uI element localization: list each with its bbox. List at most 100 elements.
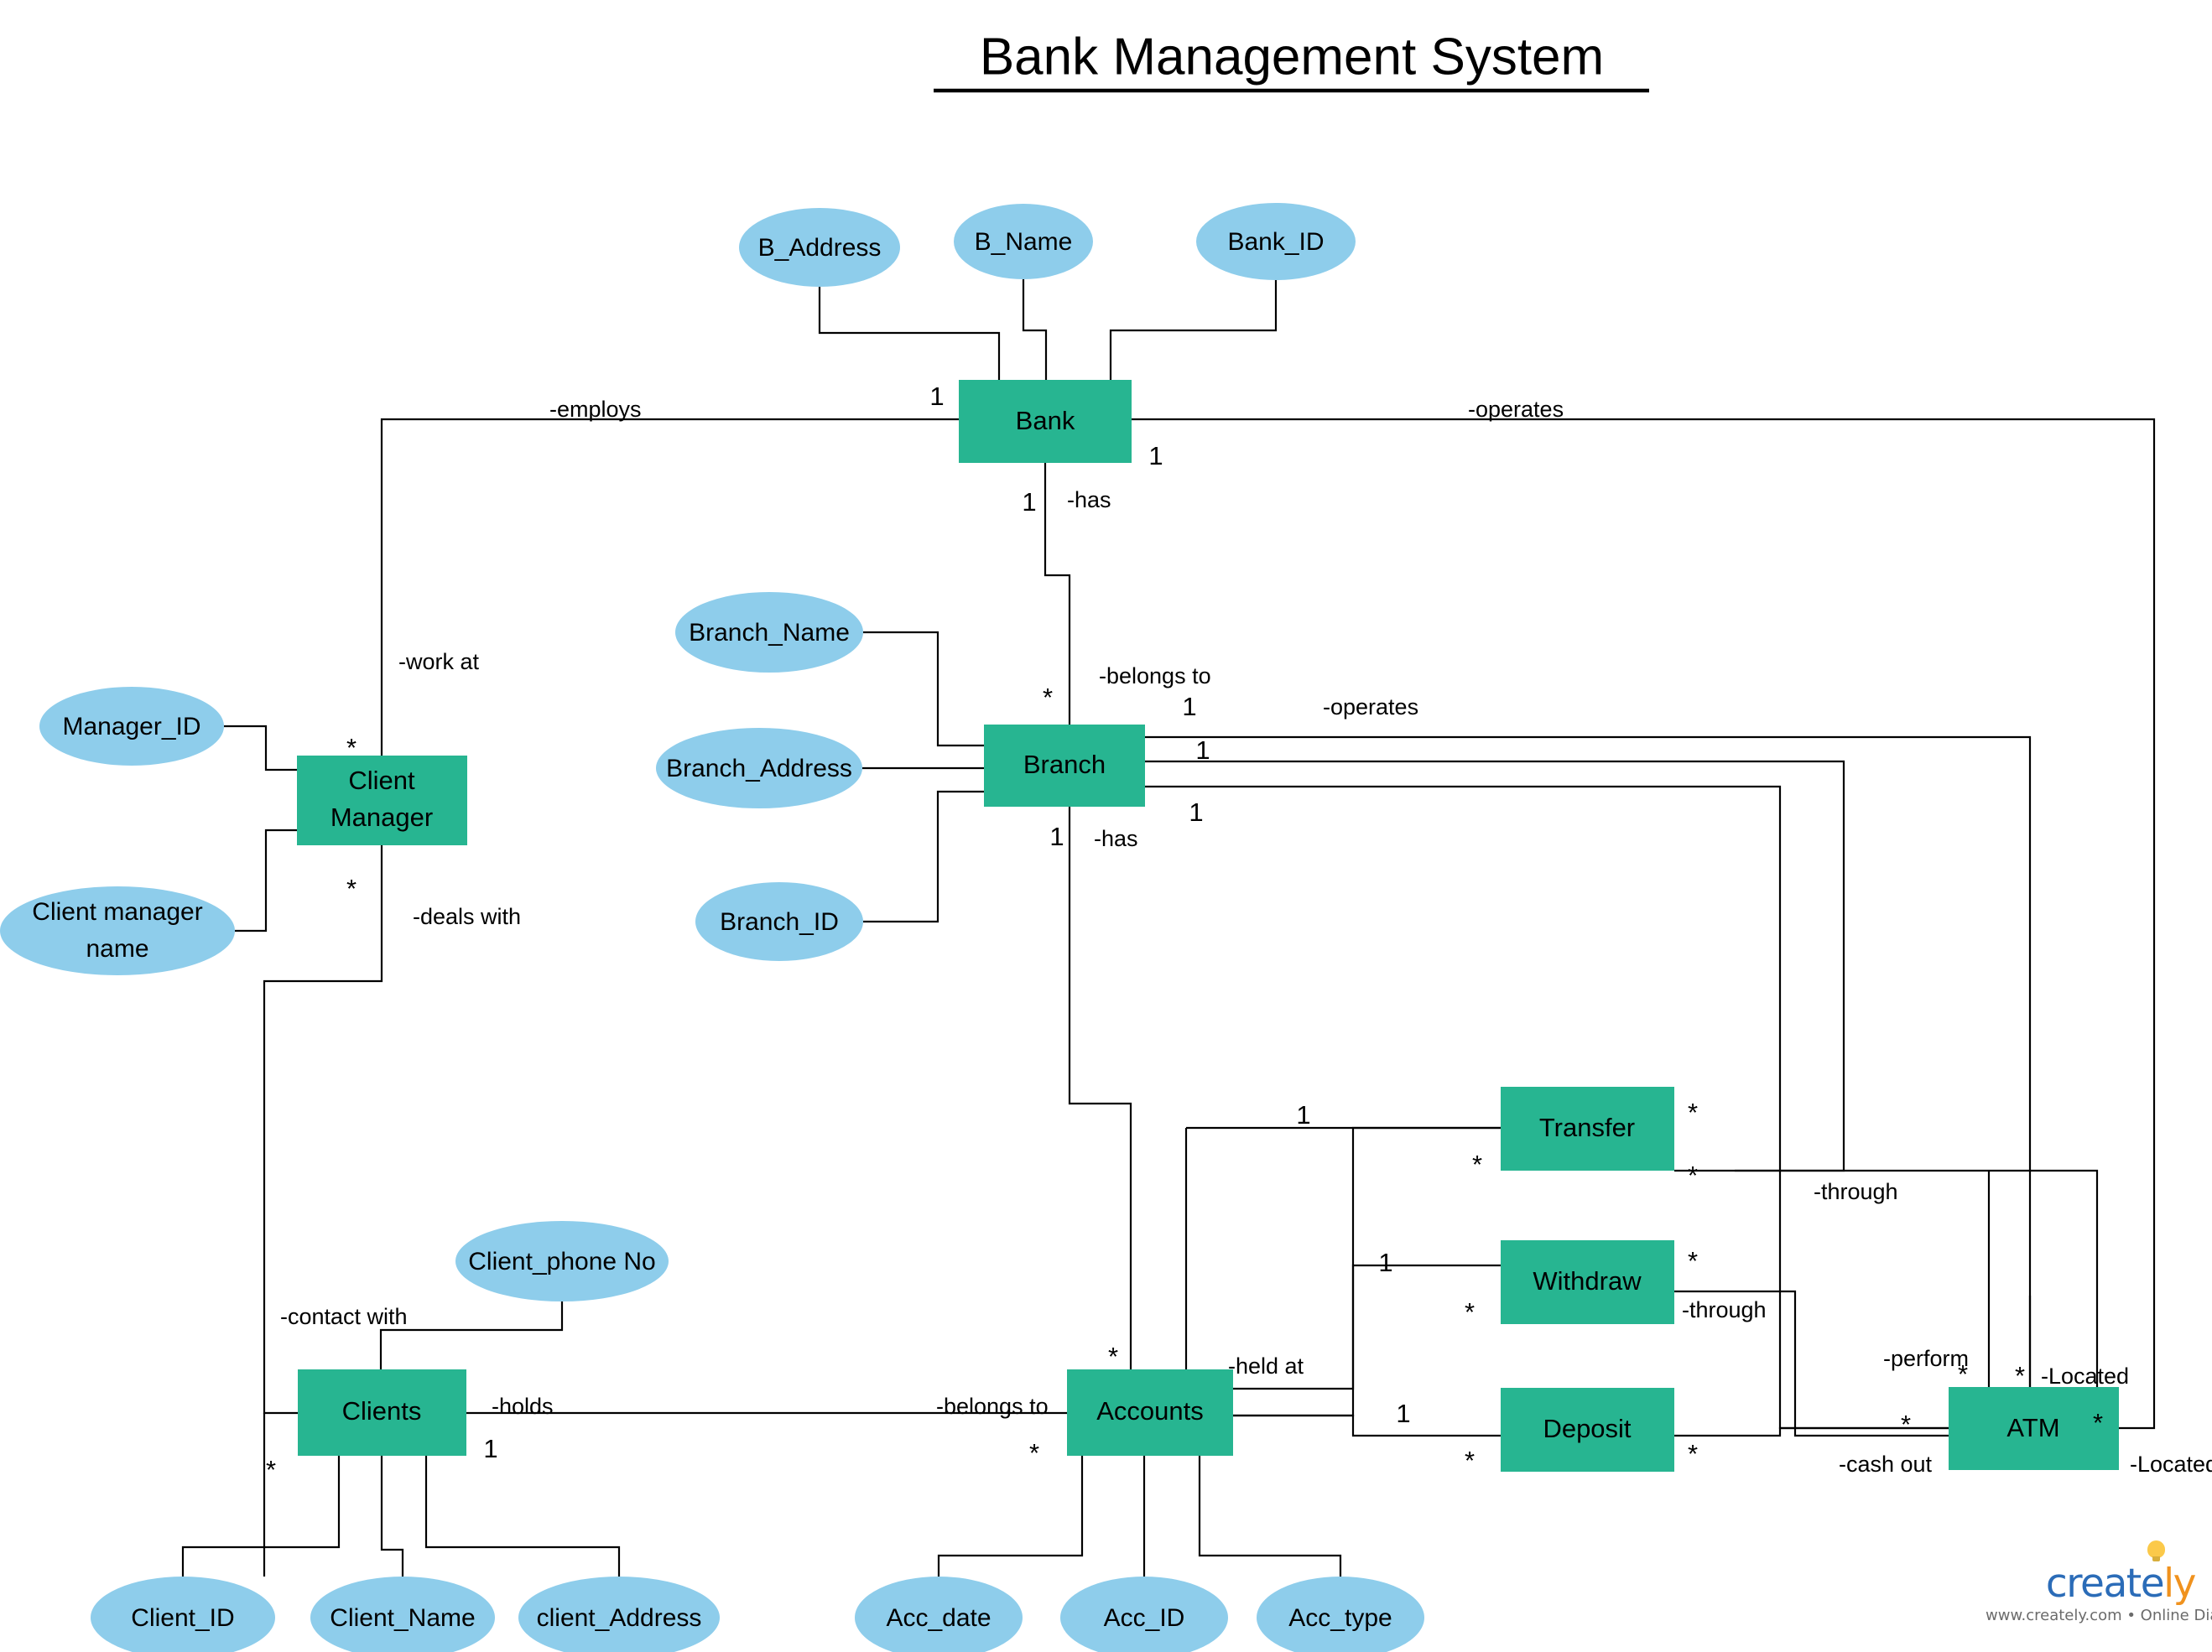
relationship-label-through-withdraw: -through [1682,1297,1767,1322]
attribute-acc-id[interactable]: Acc_ID [1060,1577,1228,1652]
lightbulb-glass [2147,1540,2165,1558]
cardinality-atm-right: * [2093,1408,2103,1437]
attribute-acc-type[interactable]: Acc_type [1257,1577,1424,1652]
edge-clients-client-address [424,1456,621,1577]
attribute-b-name[interactable]: B_Name [954,204,1093,279]
cardinality-withdraw-left: 1 [1378,1248,1392,1277]
attribute-label: Acc_ID [1104,1604,1185,1632]
cardinality-atm-perform: * [1958,1359,1968,1389]
relationship-label-has-branch: -has [1094,826,1138,851]
cardinality-atm-left: * [1901,1410,1911,1439]
attribute-client-id[interactable]: Client_ID [91,1577,275,1652]
attribute-label: Client_ID [131,1604,234,1632]
entity-label: Branch [1023,750,1106,779]
creately-brand-second: ly [2163,1561,2196,1607]
attribute-label: Acc_date [886,1604,991,1632]
lightbulb-icon [2147,1540,2165,1563]
relationship-label-holds: -holds [492,1394,554,1419]
cardinality-branch-has: 1 [1049,822,1064,851]
relationship-label-operates-bank: -operates [1468,397,1564,422]
cardinality-bank-employs: 1 [929,382,944,411]
entity-label-line2: Manager [330,803,433,832]
entity-bank[interactable]: Bank [959,380,1132,463]
attribute-client-address[interactable]: client_Address [518,1577,720,1652]
attribute-client-name[interactable]: Client_Name [310,1577,495,1652]
attribute-client-manager-name[interactable]: Client manager name [0,886,235,975]
entity-deposit[interactable]: Deposit [1501,1388,1674,1472]
entity-nodes: Bank Branch Client Manager Clients Accou… [297,380,2119,1472]
edge-clients-client-name [380,1456,404,1577]
attribute-client-phone-no[interactable]: Client_phone No [455,1221,669,1301]
relationship-label-operates-branch: -operates [1323,694,1418,720]
cardinality-branch-op1: 1 [1182,692,1196,721]
entity-transfer[interactable]: Transfer [1501,1087,1674,1171]
edge-clients-client-id [181,1456,341,1577]
relationship-label-held-at: -held at [1228,1353,1304,1379]
edge-branch-line-2 [1145,760,1845,1172]
cardinality-deposit-r: * [1688,1439,1698,1468]
attribute-label: Branch_ID [720,908,839,936]
relationship-labels: -employs -operates -has -work at -belong… [280,397,2212,1477]
attribute-label-line2: name [86,935,148,963]
cardinality-branch-op2: 1 [1195,735,1210,765]
cardinality-cm-bottom: * [346,874,357,903]
diagram-title-group: Bank Management System [934,28,1649,93]
relationship-label-belongs-to-branch: -belongs to [1099,663,1211,688]
edge-clients-client-phone [379,1301,564,1369]
edge-accounts-acc-date [937,1456,1084,1577]
attribute-manager-id[interactable]: Manager_ID [39,687,224,766]
creately-watermark: creately www.creately.com • Online Diagr… [1986,1540,2212,1637]
edge-branch-branch-name [863,631,984,747]
entity-label: ATM [2006,1413,2059,1442]
cardinality-cm-top: * [346,733,357,762]
edge-accounts-deposit [1233,1414,1501,1437]
cardinality-branch-belongs: * [1043,683,1053,712]
edge-accounts-acc-type [1198,1456,1342,1577]
cardinality-withdraw-r: * [1688,1246,1698,1275]
entity-withdraw[interactable]: Withdraw [1501,1240,1674,1324]
entity-branch[interactable]: Branch [984,725,1145,807]
attribute-label: B_Name [975,228,1073,256]
relationship-label-through-transfer: -through [1814,1179,1898,1204]
cardinality-transfer-l2: * [1472,1150,1482,1179]
cardinality-clients-left: * [266,1455,276,1484]
attribute-branch-name[interactable]: Branch_Name [675,592,863,673]
entity-label: Deposit [1543,1414,1631,1443]
relationship-label-work-at: -work at [398,649,480,674]
relationship-label-located-right: -Located [2130,1452,2212,1477]
attribute-label: client_Address [537,1604,702,1632]
creately-brand-first: create [2045,1561,2165,1607]
entity-label: Accounts [1096,1396,1204,1426]
cardinality-deposit-left: 1 [1396,1399,1410,1428]
relationship-label-belongs-to-accounts: -belongs to [936,1394,1049,1419]
attribute-label: Client_Name [330,1604,475,1632]
relationship-label-contact-with: -contact with [280,1304,408,1329]
page-title: Bank Management System [980,28,1604,86]
diagram-canvas: Bank Management System B_Address B_Name … [0,0,2212,1652]
attribute-label: Client_phone No [468,1248,656,1275]
attribute-label: Branch_Address [666,755,852,782]
relationship-label-employs: -employs [549,397,642,422]
cardinality-labels: 1 1 1 * * 1 1 1 * 1 1 * * * 1 * * * * * … [266,382,2103,1484]
attribute-label-line1: Client manager [32,898,202,926]
attribute-branch-address[interactable]: Branch_Address [656,728,862,808]
entity-label: Clients [342,1396,422,1426]
relationship-label-located-top: -Located [2041,1364,2129,1389]
entity-client-manager[interactable]: Client Manager [297,756,467,845]
edge-cm-manager-id [224,725,297,771]
lightbulb-base [2152,1556,2160,1561]
attribute-b-address[interactable]: B_Address [739,208,900,287]
edge-bank-employs-clientmanager [380,418,959,756]
relationship-label-deals-with: -deals with [413,904,521,929]
attribute-branch-id[interactable]: Branch_ID [695,882,863,961]
cardinality-withdraw-l2: * [1465,1297,1475,1327]
entity-accounts[interactable]: Accounts [1067,1369,1233,1456]
edge-accounts-withdraw [1233,1264,1501,1417]
attribute-acc-date[interactable]: Acc_date [855,1577,1023,1652]
relationship-label-cash-out: -cash out [1839,1452,1933,1477]
edge-bank-bank-id [1109,280,1278,380]
attribute-bank-id[interactable]: Bank_ID [1196,203,1356,280]
cardinality-bank-has: 1 [1022,487,1036,517]
edge-bank-b-address [818,287,1001,380]
entity-clients[interactable]: Clients [298,1369,466,1456]
